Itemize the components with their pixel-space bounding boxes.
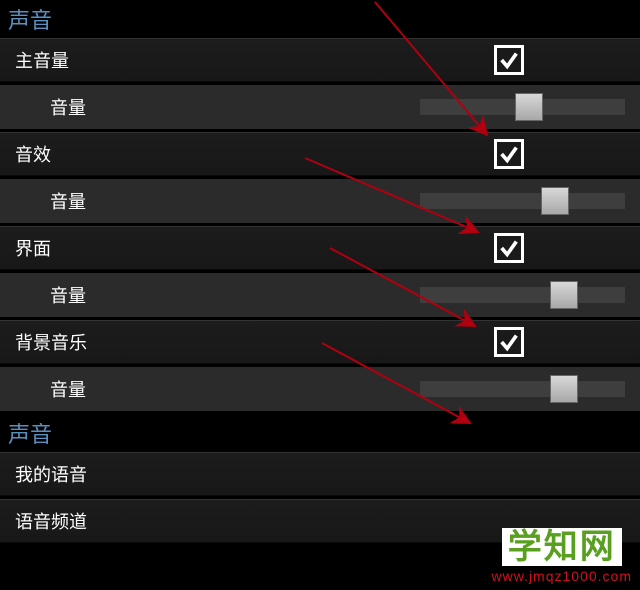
row-ui: 界面 bbox=[0, 226, 640, 270]
row-sfx-slider: 音量 bbox=[0, 179, 640, 223]
checkbox-master-volume[interactable] bbox=[494, 45, 524, 75]
row-my-voice[interactable]: 我的语音 bbox=[0, 452, 640, 496]
slider-track bbox=[420, 381, 625, 397]
row-ui-slider: 音量 bbox=[0, 273, 640, 317]
label-volume: 音量 bbox=[50, 94, 86, 120]
row-master-volume: 主音量 bbox=[0, 38, 640, 82]
checkmark-icon bbox=[498, 331, 520, 353]
label-volume: 音量 bbox=[50, 376, 86, 402]
checkbox-sfx[interactable] bbox=[494, 139, 524, 169]
checkbox-ui[interactable] bbox=[494, 233, 524, 263]
row-master-volume-slider: 音量 bbox=[0, 85, 640, 129]
watermark-url: www.jmqz1000.com bbox=[492, 568, 633, 584]
checkbox-bgm[interactable] bbox=[494, 327, 524, 357]
watermark: 学知网 www.jmqz1000.com bbox=[492, 528, 633, 584]
label-ui: 界面 bbox=[15, 235, 51, 261]
slider-thumb[interactable] bbox=[541, 187, 569, 215]
slider-bgm[interactable] bbox=[420, 381, 625, 397]
section-header-sound-1: 声音 bbox=[0, 0, 640, 38]
slider-thumb[interactable] bbox=[550, 281, 578, 309]
label-volume: 音量 bbox=[50, 188, 86, 214]
label-bgm: 背景音乐 bbox=[15, 329, 87, 355]
slider-ui[interactable] bbox=[420, 287, 625, 303]
slider-thumb[interactable] bbox=[515, 93, 543, 121]
label-volume: 音量 bbox=[50, 282, 86, 308]
label-master-volume: 主音量 bbox=[15, 47, 69, 73]
row-bgm-slider: 音量 bbox=[0, 367, 640, 411]
slider-track bbox=[420, 193, 625, 209]
section-header-sound-2: 声音 bbox=[0, 414, 640, 452]
label-sfx: 音效 bbox=[15, 141, 51, 167]
slider-thumb[interactable] bbox=[550, 375, 578, 403]
label-voice-channel: 语音频道 bbox=[15, 508, 87, 534]
slider-master-volume[interactable] bbox=[420, 99, 625, 115]
slider-track bbox=[420, 287, 625, 303]
checkmark-icon bbox=[498, 143, 520, 165]
row-sfx: 音效 bbox=[0, 132, 640, 176]
label-my-voice: 我的语音 bbox=[15, 461, 87, 487]
slider-sfx[interactable] bbox=[420, 193, 625, 209]
watermark-logo: 学知网 bbox=[502, 528, 622, 566]
checkmark-icon bbox=[498, 49, 520, 71]
row-bgm: 背景音乐 bbox=[0, 320, 640, 364]
checkmark-icon bbox=[498, 237, 520, 259]
